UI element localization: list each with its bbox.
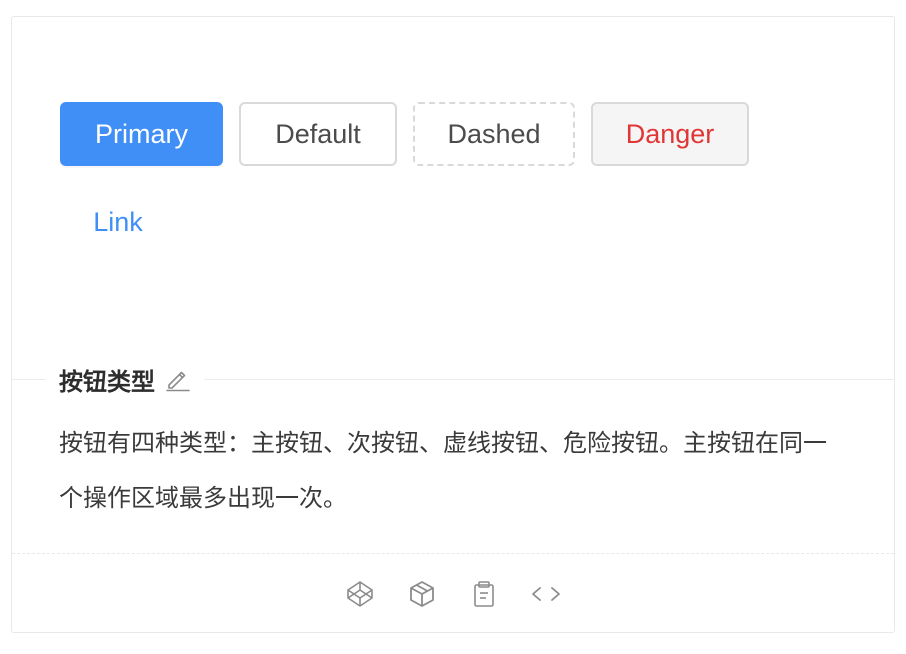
default-button[interactable]: Default — [239, 102, 397, 166]
edit-icon[interactable] — [165, 366, 191, 392]
code-icon[interactable] — [528, 576, 564, 612]
demo-area: Primary Default Dashed Danger Link — [12, 17, 894, 379]
code-box-card: Primary Default Dashed Danger Link 按钮类型 … — [11, 16, 895, 633]
danger-button[interactable]: Danger — [591, 102, 749, 166]
copy-icon[interactable] — [466, 576, 502, 612]
primary-button[interactable]: Primary — [60, 102, 223, 166]
code-box-actions — [12, 554, 894, 634]
code-box-meta: 按钮类型 按钮有四种类型：主按钮、次按钮、虚线按钮、危险按钮。主按钮在同一个操作… — [12, 362, 894, 553]
meta-title: 按钮类型 — [46, 362, 204, 396]
dashed-button[interactable]: Dashed — [413, 102, 575, 166]
meta-title-text: 按钮类型 — [59, 367, 155, 396]
codesandbox-icon[interactable] — [404, 576, 440, 612]
meta-description: 按钮有四种类型：主按钮、次按钮、虚线按钮、危险按钮。主按钮在同一个操作区域最多出… — [59, 429, 827, 512]
codepen-icon[interactable] — [342, 576, 378, 612]
link-button[interactable]: Link — [60, 190, 176, 254]
